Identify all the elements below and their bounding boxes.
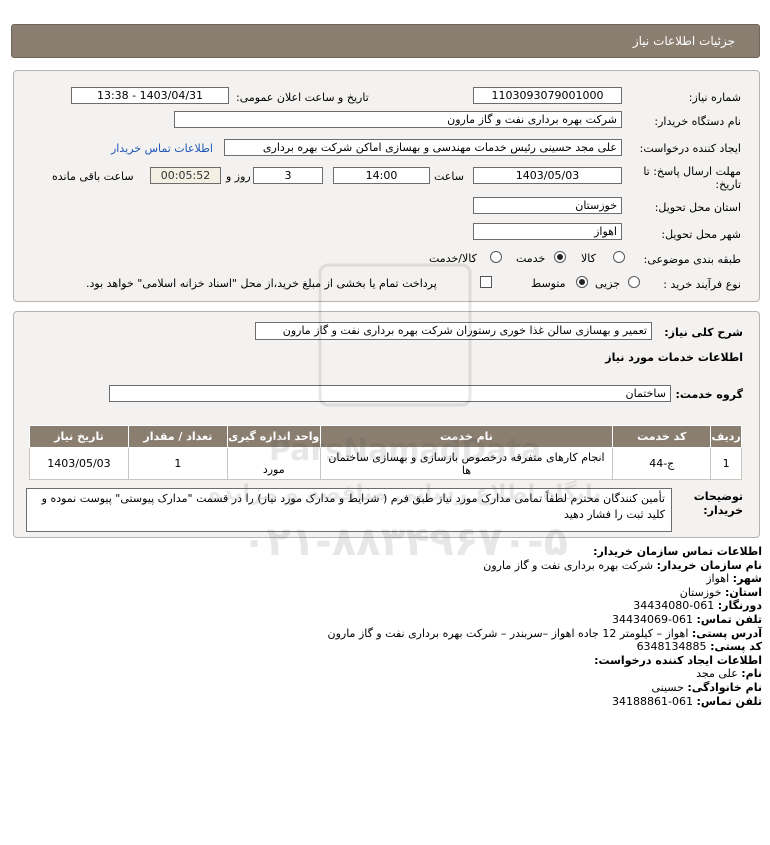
days-remaining-field: 3	[253, 167, 323, 184]
treasury-payment-checkbox[interactable]	[480, 276, 492, 288]
process-option-minor: جزیی	[595, 277, 621, 290]
remaining-time-field: 00:05:52	[150, 167, 221, 184]
deadline-date-field: 1403/05/03	[473, 167, 622, 184]
page-title: جزئیات اطلاعات نیاز	[632, 34, 735, 48]
page-header: جزئیات اطلاعات نیاز	[11, 24, 760, 58]
creator-phone-label: تلفن تماس:	[696, 694, 762, 708]
fax-value: 061-34434080	[633, 599, 715, 613]
col-service-code: کد خدمت	[612, 425, 712, 448]
city-label: شهر محل تحویل:	[661, 228, 741, 241]
cell-quantity: 1	[127, 447, 228, 480]
table-row: 1 ج-44 انجام کارهای متفرقه درخصوص بازساز…	[29, 447, 742, 480]
announce-label: تاریخ و ساعت اعلان عمومی:	[236, 91, 369, 104]
cell-service-name: انجام کارهای متفرقه درخصوص بازسازی و بهس…	[319, 447, 614, 480]
creator-contact-heading: اطلاعات ایجاد کننده درخواست:	[594, 653, 762, 667]
buyer-notes-label: توضیحات خریدار:	[693, 490, 743, 517]
col-service-name: نام خدمت	[319, 425, 614, 448]
address-value: اهواز – کیلومتر 12 جاده اهواز –سربندر – …	[327, 626, 689, 640]
last-name-label: نام خانوادگی:	[687, 680, 762, 694]
treasury-payment-note: پرداخت تمام یا بخشی از مبلغ خرید،از محل …	[86, 277, 437, 290]
province-field: خوزستان	[473, 197, 622, 214]
postal-label: کد پستی:	[710, 640, 762, 654]
buyer-contact-link[interactable]: اطلاعات تماس خریدار	[111, 142, 213, 155]
org-name: شرکت بهره برداری نفت و گاز مارون	[483, 558, 654, 572]
need-info-panel: شماره نیاز: 1103093079001000 تاریخ و ساع…	[13, 70, 760, 302]
services-heading: اطلاعات خدمات مورد نیاز	[605, 351, 743, 364]
contact-province: خوزستان	[679, 585, 722, 599]
deadline-label-date: تاریخ:	[715, 178, 741, 191]
last-name-value: حسینی	[651, 680, 684, 694]
category-radio-service[interactable]	[554, 251, 566, 263]
process-radio-medium[interactable]	[576, 276, 588, 288]
creator-phone-value: 061-34188861	[612, 694, 694, 708]
process-label: نوع فرآیند خرید :	[663, 278, 741, 291]
col-row: ردیف	[710, 425, 742, 448]
remaining-time-label: ساعت باقی مانده	[52, 170, 134, 183]
category-option-goods: کالا	[581, 252, 596, 265]
fax-label: دورنگار:	[717, 599, 762, 613]
need-number-label: شماره نیاز:	[688, 91, 741, 104]
buyer-org-label: نام دستگاه خریدار:	[654, 115, 741, 128]
address-label: آدرس پستی:	[691, 626, 762, 640]
process-option-medium: متوسط	[531, 277, 566, 290]
cell-row: 1	[710, 447, 742, 480]
summary-field: تعمیر و بهسازی سالن غذا خوری رستوران شرک…	[255, 322, 652, 340]
org-name-label: نام سازمان خریدار:	[656, 558, 762, 572]
category-option-service: خدمت	[516, 252, 546, 265]
need-number-field: 1103093079001000	[473, 87, 622, 104]
services-table: ردیف کد خدمت نام خدمت واحد اندازه گیری ت…	[29, 425, 742, 480]
contact-province-label: استان:	[725, 585, 762, 599]
cell-need-date: 1403/05/03	[29, 447, 129, 480]
category-radio-goods[interactable]	[613, 251, 625, 263]
creator-field: علی مجد حسینی رئیس خدمات مهندسی و بهسازی…	[224, 139, 622, 156]
contact-city: اهواز	[706, 572, 730, 586]
cell-service-code: ج-44	[612, 447, 712, 480]
phone-value: 061-34434069	[612, 612, 694, 626]
category-label: طبقه بندی موضوعی:	[643, 253, 741, 266]
col-need-date: تاریخ نیاز	[29, 425, 129, 448]
col-quantity: تعداد / مقدار	[127, 425, 228, 448]
contact-section: اطلاعات تماس سازمان خریدار: نام سازمان خ…	[12, 545, 763, 708]
contact-city-label: شهر:	[732, 572, 762, 586]
days-label: روز و	[226, 170, 251, 183]
category-option-goods-service: کالا/خدمت	[429, 252, 477, 265]
first-name-label: نام:	[741, 667, 762, 681]
postal-value: 6348134885	[636, 640, 707, 654]
announce-datetime-field: 1403/04/31 - 13:38	[71, 87, 229, 104]
need-detail-panel: شرح کلی نیاز: تعمیر و بهسازی سالن غذا خو…	[13, 311, 760, 538]
province-label: استان محل تحویل:	[654, 201, 741, 214]
summary-label: شرح کلی نیاز:	[664, 326, 743, 339]
category-radio-goods-service[interactable]	[490, 251, 502, 263]
buyer-notes-field: تأمین کنندگان محترم لطفاً تمامی مدارک مو…	[26, 488, 672, 532]
city-field: اهواز	[473, 223, 622, 240]
col-unit: واحد اندازه گیری	[226, 425, 321, 448]
service-group-label: گروه خدمت:	[675, 388, 743, 401]
service-group-field: ساختمان	[109, 385, 671, 402]
phone-label: تلفن تماس:	[696, 612, 762, 626]
deadline-time-label: ساعت	[434, 170, 464, 183]
buyer-org-field: شرکت بهره برداری نفت و گاز مارون	[174, 111, 622, 128]
deadline-label: مهلت ارسال پاسخ: تا	[643, 165, 741, 178]
process-radio-minor[interactable]	[628, 276, 640, 288]
org-contact-heading: اطلاعات تماس سازمان خریدار:	[593, 545, 762, 558]
cell-unit: مورد	[226, 447, 321, 480]
first-name-value: علی مجد	[696, 667, 738, 681]
creator-label: ایجاد کننده درخواست:	[639, 142, 741, 155]
deadline-time-field: 14:00	[333, 167, 430, 184]
